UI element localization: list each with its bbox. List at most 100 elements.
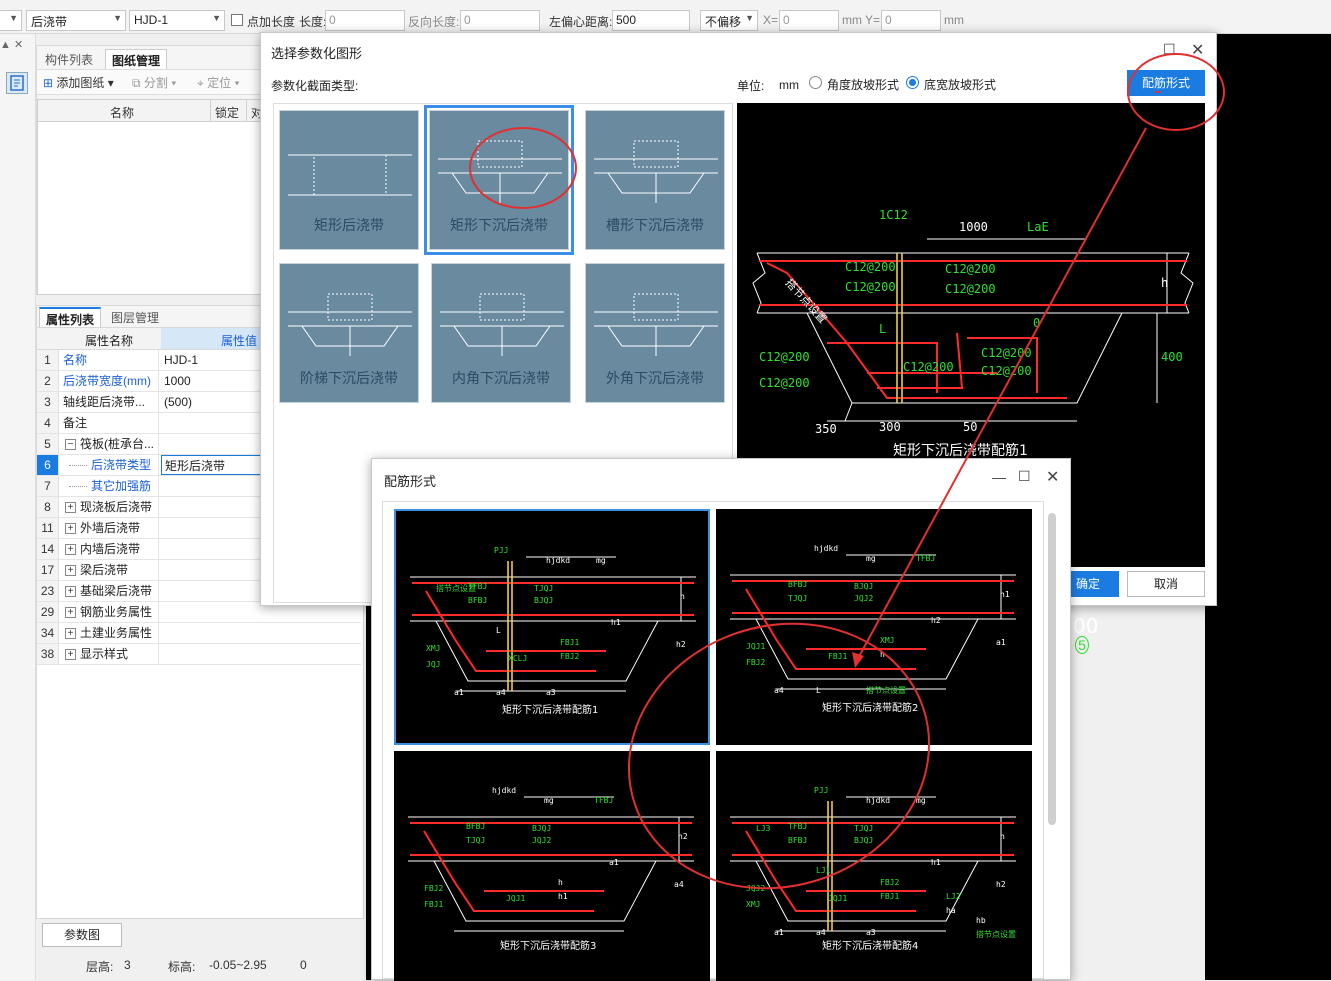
preview-title: 矩形下沉后浇带配筋1 — [893, 442, 1028, 459]
pin-icon[interactable]: ▲ ✕ — [0, 38, 23, 51]
drawing-canvas[interactable] — [1205, 34, 1331, 980]
cancel-button[interactable]: 取消 — [1127, 571, 1205, 597]
prop-row[interactable]: 38 + 显示样式 — [37, 644, 361, 665]
add-drawing-icon: ⊞ — [43, 76, 54, 90]
rebar-option-drawing: hjdkd mg TFBJ BFBJ TJQJ BJQJ JQJ2 FBJ2 FBJ1 JQJ1 h… — [408, 786, 694, 952]
minimize-icon[interactable]: — — [992, 469, 1006, 485]
left-icon-strip: ▲ ✕ — [0, 34, 36, 980]
shape-thumb-drawing — [288, 293, 412, 356]
tab-property-list[interactable]: 属性列表 — [39, 307, 102, 327]
unit-value: mm — [779, 78, 799, 92]
length-input[interactable]: 0 — [325, 10, 405, 31]
preview-label-r9: C12@200 — [981, 364, 1032, 378]
rebar-label: ha — [946, 906, 956, 915]
expand-icon[interactable]: + — [65, 502, 76, 514]
expand-icon[interactable]: + — [65, 523, 76, 535]
prop-row-label: 后浇带类型 — [91, 458, 152, 472]
y-input[interactable]: 0 — [881, 10, 941, 31]
preview-label-r7: C12@200 — [903, 360, 954, 374]
rebar-label: TJQJ — [534, 584, 553, 593]
shape-thumb-drawing — [594, 293, 718, 356]
close-icon[interactable]: ✕ — [1191, 40, 1204, 60]
rebar-option-caption: 矩形下沉后浇带配筋1 — [502, 703, 598, 716]
tab-layer-management[interactable]: 图层管理 — [105, 307, 165, 327]
preview-label-r3: C12@200 — [945, 262, 996, 276]
rebar-option[interactable]: hjdkd mg TFBJ BFBJ TJQJ BJQJ JQJ2 JQJ1 FBJ2 FBJ1 X… — [716, 509, 1032, 745]
expand-icon[interactable]: + — [65, 628, 76, 640]
shape-thumb[interactable]: 矩形后浇带 — [279, 110, 419, 250]
prop-row-label: 其它加强筋 — [91, 479, 152, 493]
locate-button[interactable]: ⌖ 定位 ▾ — [197, 74, 240, 91]
dot-length-checkbox[interactable] — [231, 14, 243, 26]
prop-row-number: 14 — [37, 539, 59, 559]
prop-row-number: 8 — [37, 497, 59, 517]
unit-label: 单位: — [737, 79, 765, 93]
chevron-down-icon: ▼ — [745, 13, 754, 23]
prop-row-number: 23 — [37, 581, 59, 601]
rebar-option[interactable]: hjdkd mg TFBJ BFBJ TJQJ BJQJ JQJ2 FBJ2 FBJ1 JQJ1 h… — [394, 751, 710, 981]
prop-row-name: + 现浇板后浇带 — [61, 497, 159, 517]
rebar-label: L — [816, 686, 821, 695]
prop-row-number: 38 — [37, 644, 59, 664]
expand-icon[interactable]: + — [65, 649, 76, 661]
prop-row[interactable]: 34 + 土建业务属性 — [37, 623, 361, 644]
scrollbar[interactable] — [1048, 513, 1056, 825]
prop-row-label: 土建业务属性 — [80, 626, 153, 640]
x-input[interactable]: 0 — [779, 10, 839, 31]
rebar-label: LJ1 — [816, 866, 831, 875]
prop-row-value[interactable] — [161, 623, 361, 643]
document-list-icon[interactable] — [6, 72, 28, 94]
expand-icon[interactable]: + — [65, 607, 76, 619]
element-type-combo[interactable]: 后浇带 ▼ — [26, 10, 126, 31]
preview-label-r8: C12@200 — [981, 346, 1032, 360]
expand-icon[interactable]: + — [65, 586, 76, 598]
preview-label-r5: C12@200 — [759, 350, 810, 364]
offset-input[interactable]: 500 — [612, 10, 690, 31]
rebar-label: mg — [916, 796, 926, 805]
add-drawing-button[interactable]: ⊞ 添加图纸 ▾ — [43, 74, 114, 91]
rebar-label: L — [496, 626, 501, 635]
expand-icon[interactable]: + — [65, 544, 76, 556]
shape-thumb[interactable]: 矩形下沉后浇带 — [424, 105, 574, 255]
rebar-label: FBJ1 — [828, 652, 847, 661]
toolbar-combo-0[interactable]: ▼ — [0, 10, 22, 31]
prop-row-label: 名称 — [63, 353, 88, 367]
prop-row-name: + 基础梁后浇带 — [61, 581, 159, 601]
close-icon[interactable]: ✕ — [1046, 467, 1059, 487]
rebar-label: XMJ — [880, 636, 894, 645]
shape-thumb[interactable]: 内角下沉后浇带 — [431, 263, 571, 403]
shape-thumb[interactable]: 阶梯下沉后浇带 — [279, 263, 419, 403]
canvas-text-2: 5 — [1075, 636, 1089, 654]
element-name-combo[interactable]: HJD-1 ▼ — [129, 10, 225, 31]
split-button[interactable]: ⧉ 分割 ▾ — [132, 74, 176, 91]
rebar-form-button[interactable]: 配筋形式 — [1127, 70, 1205, 96]
y-label: Y= — [865, 13, 881, 27]
preview-label-r2: C12@200 — [845, 280, 896, 294]
prop-row-label: 钢筋业务属性 — [80, 605, 153, 619]
param-figure-button[interactable]: 参数图 — [42, 923, 122, 947]
prop-row-number: 7 — [37, 476, 59, 496]
rebar-option[interactable]: PJJ hjdkd mg TFBJ BFBJ TJQJ BJQJ XMJ JQJ XCLJ FBJ1… — [394, 509, 710, 745]
rebar-label: h — [558, 878, 563, 887]
expand-icon[interactable]: + — [65, 565, 76, 577]
collapse-icon[interactable]: − — [65, 439, 76, 451]
offset-mode-combo[interactable]: 不偏移 ▼ — [700, 10, 758, 31]
floor-height-label: 层高: — [86, 960, 114, 974]
radio-angle-slope[interactable] — [809, 76, 822, 89]
radio-bottom-width-slope-label: 底宽放坡形式 — [924, 78, 997, 92]
rebar-label: h2 — [676, 640, 686, 649]
rebar-option[interactable]: PJJ hjdkd mg TFBJ BFBJ TJQJ BJQJ JQJ2 XMJ JQJ1 FBJ… — [716, 751, 1032, 981]
rebar-label: JQJ2 — [746, 884, 765, 893]
preview-label-r6: C12@200 — [759, 376, 810, 390]
reverse-length-label: 反向长度: — [408, 15, 460, 29]
prop-row-value[interactable] — [161, 644, 361, 664]
shape-thumb[interactable]: 槽形下沉后浇带 — [585, 110, 725, 250]
shape-thumb[interactable]: 外角下沉后浇带 — [585, 263, 725, 403]
reverse-length-input[interactable]: 0 — [460, 10, 540, 31]
maximize-icon[interactable]: ☐ — [1163, 41, 1176, 58]
tab-component-list[interactable]: 构件列表 — [39, 49, 99, 69]
rebar-label: JQJ1 — [506, 894, 525, 903]
radio-bottom-width-slope[interactable] — [906, 76, 919, 89]
tab-drawing-management[interactable]: 图纸管理 — [105, 49, 168, 69]
maximize-icon[interactable]: ☐ — [1018, 468, 1031, 485]
